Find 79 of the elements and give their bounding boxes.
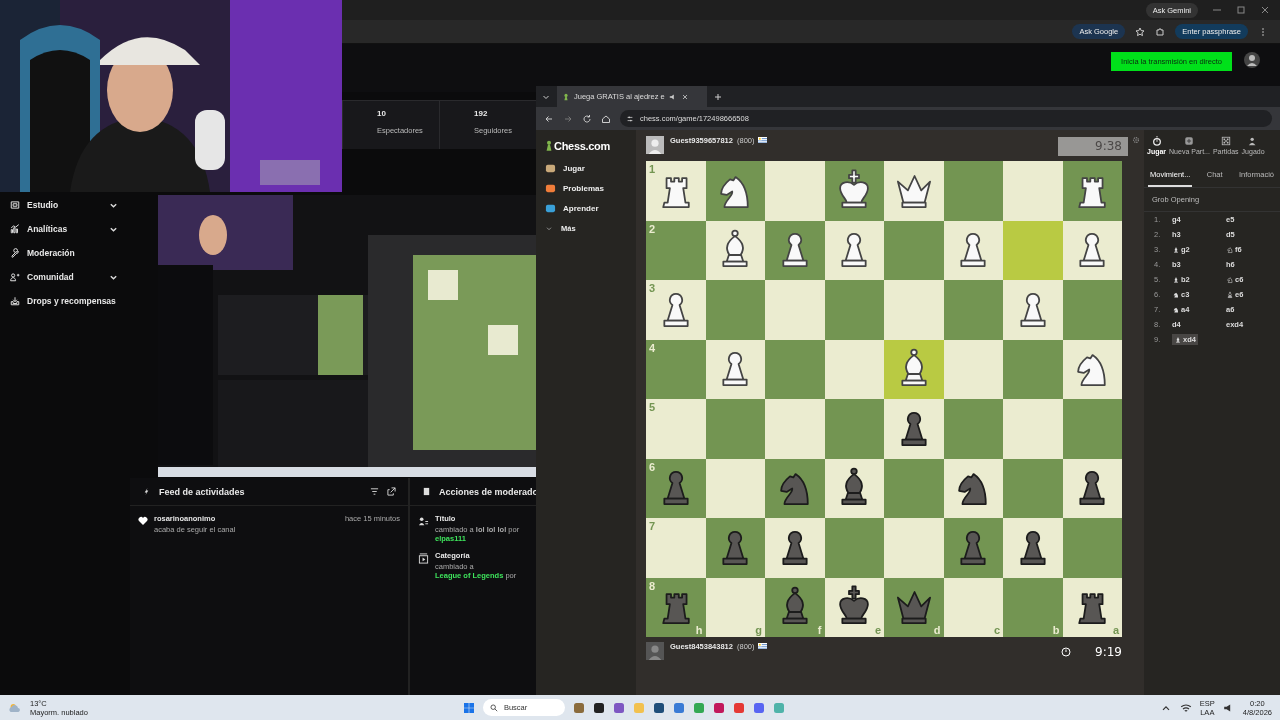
sidebar-item[interactable]: Estudio	[10, 196, 130, 214]
forward-icon[interactable]	[563, 113, 573, 124]
rank-label: 4	[649, 341, 656, 354]
windows-icon[interactable]	[462, 701, 475, 714]
stat-value: 10	[377, 109, 387, 118]
document-icon	[422, 487, 431, 496]
sidebar-item[interactable]: Comunidad	[10, 268, 130, 286]
nav-item[interactable]: Jugar	[545, 161, 636, 176]
avatar-icon	[646, 642, 664, 660]
pop-out-icon[interactable]	[387, 487, 396, 496]
board-icon	[1220, 136, 1231, 146]
close-icon[interactable]	[680, 92, 689, 101]
nav-icon	[545, 163, 556, 174]
rank-label: 1	[649, 163, 656, 175]
search-icon	[489, 703, 498, 712]
reload-icon[interactable]	[582, 113, 592, 124]
game-clock: 9:38	[1058, 136, 1128, 156]
logo-text[interactable]: Chess.com	[554, 140, 610, 152]
stat-value: 192	[474, 109, 489, 118]
site-info-icon[interactable]	[626, 114, 634, 123]
restore-icon[interactable]	[1236, 5, 1246, 15]
extensions-icon[interactable]	[1155, 26, 1166, 37]
new-tab-icon[interactable]	[713, 91, 723, 102]
close-icon[interactable]	[1260, 5, 1270, 15]
lightning-icon	[142, 487, 151, 496]
bishop-icon	[1172, 245, 1180, 254]
rank-label: 3	[649, 282, 656, 294]
file-label: g	[755, 624, 762, 636]
plus-icon	[1184, 136, 1195, 146]
file-label: e	[874, 624, 881, 636]
avatar-icon	[646, 136, 664, 154]
flag-icon	[758, 643, 768, 649]
star-icon[interactable]	[1135, 26, 1146, 37]
settings-icon[interactable]	[1132, 136, 1140, 144]
sidebar-item[interactable]: Drops y recompensas	[10, 292, 130, 310]
nav-icon	[10, 296, 20, 306]
nav-icon	[10, 272, 20, 282]
bishop-icon	[1174, 335, 1182, 344]
sidebar-item[interactable]: Analíticas	[10, 220, 130, 238]
nav-icon	[10, 248, 20, 258]
file-label: b	[1052, 624, 1060, 636]
rank-label: 6	[649, 460, 656, 473]
pawn-icon	[562, 92, 570, 101]
home-icon[interactable]	[601, 113, 611, 124]
rank-label: 8	[649, 579, 656, 592]
avatar-icon[interactable]	[1244, 52, 1260, 68]
people-icon	[418, 516, 429, 527]
media-icon	[418, 553, 429, 564]
bishop-icon	[1226, 290, 1234, 299]
nav-icon	[10, 200, 20, 210]
chevron-icon	[545, 224, 553, 233]
knight-icon	[1226, 275, 1234, 284]
app-icon[interactable]	[592, 701, 605, 714]
file-label: h	[695, 624, 703, 636]
rank-label: 5	[649, 401, 656, 413]
nav-item[interactable]: Problemas	[545, 181, 636, 196]
panel-title: Feed de actividades	[159, 486, 245, 497]
rank-label: 7	[649, 520, 656, 532]
flag-icon	[758, 137, 768, 143]
file-label: c	[993, 624, 1000, 636]
heart-icon	[138, 516, 148, 526]
timer-icon	[1061, 647, 1072, 657]
filter-icon[interactable]	[370, 487, 379, 496]
bishop-icon	[1172, 275, 1180, 284]
pawn-icon	[545, 140, 553, 152]
nav-icon	[545, 183, 556, 194]
file-label: d	[933, 624, 941, 636]
rank-label: 2	[649, 222, 656, 235]
nav-icon	[10, 224, 20, 234]
stopwatch-icon	[1151, 136, 1162, 146]
back-icon[interactable]	[544, 113, 554, 124]
knight-icon	[1226, 245, 1234, 254]
network-icon[interactable]	[1179, 701, 1192, 714]
sidebar-item[interactable]: Moderación	[10, 244, 130, 262]
nav-item[interactable]: Aprender	[545, 201, 636, 216]
file-label: a	[1112, 624, 1119, 636]
app-icon[interactable]	[652, 701, 665, 714]
nav-icon	[545, 203, 556, 214]
file-label: f	[817, 624, 822, 636]
